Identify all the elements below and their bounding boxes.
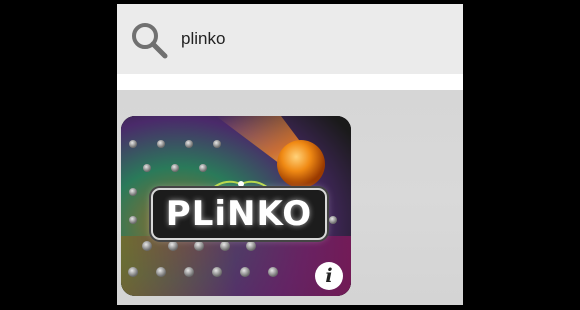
search-bar bbox=[117, 4, 463, 74]
search-input[interactable] bbox=[181, 24, 441, 54]
game-logo: PLiNKO bbox=[151, 188, 327, 240]
game-tile-plinko[interactable]: PLiNKO i bbox=[121, 116, 351, 296]
divider bbox=[117, 74, 463, 90]
search-icon[interactable] bbox=[129, 20, 169, 60]
game-logo-text: PLiNKO bbox=[165, 194, 313, 234]
info-icon[interactable]: i bbox=[315, 262, 343, 290]
